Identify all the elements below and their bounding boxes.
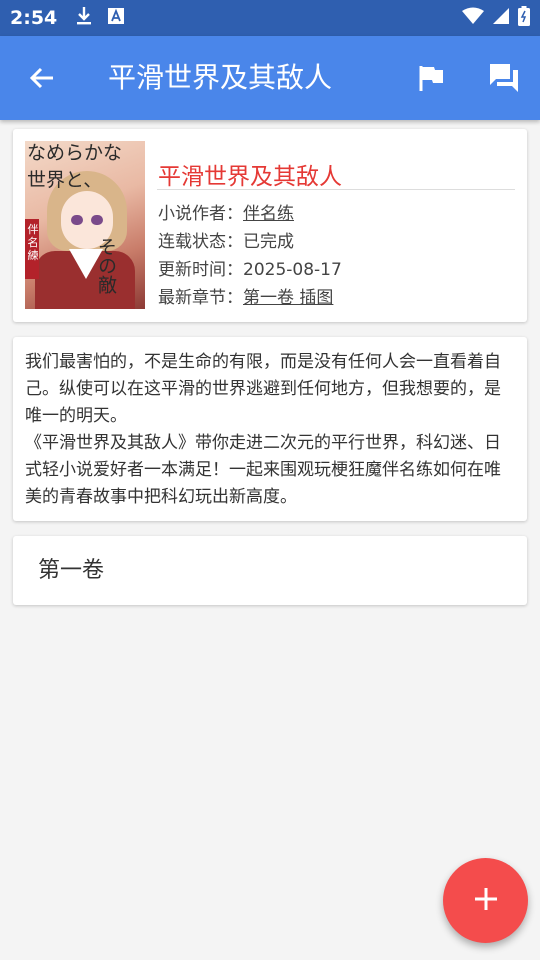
book-title: 平滑世界及其敌人 bbox=[158, 164, 342, 190]
author-row: 小说作者：伴名练 bbox=[158, 199, 294, 224]
cover-subtitle: その敵 bbox=[95, 237, 117, 294]
description-card: 我们最害怕的，不是生命的有限，而是没有任何人会一直看着自己。纵使可以在这平滑的世… bbox=[13, 337, 527, 521]
add-icon bbox=[473, 886, 499, 916]
description-paragraph: 《平滑世界及其敌人》带你走进二次元的平行世界，科幻迷、日式轻小说爱好者一本满足！… bbox=[25, 433, 501, 507]
status-system-icons bbox=[462, 6, 530, 30]
description-paragraph: 我们最害怕的，不是生命的有限，而是没有任何人会一直看着自己。纵使可以在这平滑的世… bbox=[25, 352, 501, 426]
report-button[interactable] bbox=[412, 60, 452, 100]
signal-icon bbox=[492, 7, 510, 29]
font-icon bbox=[107, 7, 125, 29]
cover-title-mid: 世界と、 bbox=[27, 169, 103, 191]
comments-button[interactable] bbox=[484, 60, 524, 100]
download-icon bbox=[75, 6, 93, 30]
update-value: 2025-08-17 bbox=[243, 260, 342, 280]
back-button[interactable] bbox=[22, 60, 62, 100]
battery-icon bbox=[518, 6, 530, 30]
page-title: 平滑世界及其敌人 bbox=[108, 61, 333, 94]
latest-chapter-link[interactable]: 第一卷 插图 bbox=[243, 288, 333, 308]
wifi-icon bbox=[462, 7, 484, 29]
app-bar: 平滑世界及其敌人 bbox=[0, 36, 540, 120]
divider bbox=[157, 189, 515, 190]
book-cover[interactable]: なめらかな 世界と、 伴名練 その敵 bbox=[25, 141, 145, 309]
status-time: 2:54 bbox=[10, 7, 58, 29]
arrow-back-icon bbox=[28, 64, 56, 96]
add-fab-button[interactable] bbox=[443, 858, 528, 943]
author-link[interactable]: 伴名练 bbox=[243, 204, 294, 224]
status-row: 连载状态：已完成 bbox=[158, 227, 294, 252]
flag-icon bbox=[419, 64, 445, 96]
author-label: 小说作者： bbox=[158, 204, 243, 224]
description-text: 我们最害怕的，不是生命的有限，而是没有任何人会一直看着自己。纵使可以在这平滑的世… bbox=[25, 349, 515, 511]
latest-chapter-row: 最新章节：第一卷 插图 bbox=[158, 283, 333, 308]
latest-chapter-label: 最新章节： bbox=[158, 288, 243, 308]
volume-item[interactable]: 第一卷 bbox=[13, 536, 527, 605]
status-bar: 2:54 bbox=[0, 0, 540, 36]
status-notification-icons bbox=[75, 6, 125, 30]
forum-icon bbox=[488, 62, 520, 98]
cover-title-top: なめらかな bbox=[27, 142, 123, 164]
volume-label: 第一卷 bbox=[38, 558, 105, 583]
update-row: 更新时间：2025-08-17 bbox=[158, 255, 342, 280]
status-label: 连载状态： bbox=[158, 232, 243, 252]
book-info-card: なめらかな 世界と、 伴名練 その敵 平滑世界及其敌人 小说作者：伴名练 连载状… bbox=[13, 129, 527, 322]
status-value: 已完成 bbox=[243, 232, 294, 252]
cover-author: 伴名練 bbox=[27, 223, 39, 262]
update-label: 更新时间： bbox=[158, 260, 243, 280]
